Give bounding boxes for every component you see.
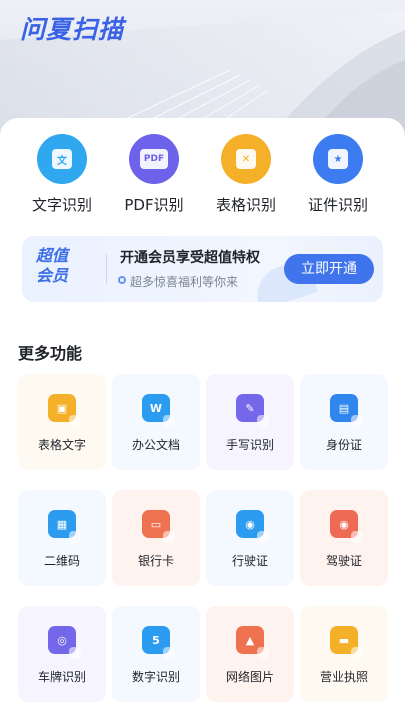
quick-actions: 文文字识别 PDF PDF识别 ✕ 表格识别 ★ 证件识别 — [0, 134, 405, 224]
image-icon: ▲ — [236, 626, 269, 659]
vip-gift-icon — [118, 276, 126, 284]
main-panel: 文文字识别 PDF PDF识别 ✕ 表格识别 ★ 证件识别 超值 会员 开通会员享受超值特权… — [0, 118, 405, 720]
feature-tile-8[interactable]: ◉ 驾驶证 — [300, 490, 388, 586]
feature-tile-11[interactable]: ▲ 网络图片 — [206, 606, 294, 702]
camera-icon: ▣ — [48, 394, 81, 427]
quick-action-2[interactable]: PDF PDF识别 — [108, 134, 200, 224]
feature-tile-7[interactable]: ◉ 行驶证 — [206, 490, 294, 586]
feature-tile-label: 网络图片 — [225, 670, 274, 684]
image-glyph-icon: ▲ — [245, 633, 255, 647]
vip-banner[interactable]: 超值 会员 开通会员享受超值特权 超多惊喜福利等你来 立即开通 — [22, 236, 383, 302]
more-functions-title: 更多功能 — [18, 344, 83, 363]
word-doc-icon: W — [142, 394, 175, 427]
feature-tile-label: 车牌识别 — [37, 670, 86, 684]
driver-license-glyph-icon: ◉ — [339, 517, 349, 531]
vehicle-license-glyph-icon: ◉ — [245, 517, 255, 531]
id-card-icon: ★ — [313, 134, 363, 184]
vehicle-license-icon: ◉ — [236, 510, 269, 543]
vip-title: 开通会员享受超值特权 — [120, 250, 260, 266]
feature-tile-2[interactable]: W 办公文档 — [112, 374, 200, 470]
feature-tile-1[interactable]: ▣ 表格文字 — [18, 374, 106, 470]
feature-tile-label: 银行卡 — [137, 554, 174, 568]
app-title: 问夏扫描 — [20, 15, 125, 44]
feature-tile-12[interactable]: ▬ 营业执照 — [300, 606, 388, 702]
pdf-glyph-icon: PDF — [140, 149, 168, 169]
qr-code-glyph-icon: ▦ — [56, 517, 68, 531]
pen-glyph-icon: ✎ — [245, 401, 255, 415]
feature-tile-label: 营业执照 — [319, 670, 368, 684]
quick-action-label: PDF识别 — [124, 196, 184, 214]
feature-tile-10[interactable]: 5 数字识别 — [112, 606, 200, 702]
license-plate-icon: ◎ — [48, 626, 81, 659]
table-recognition-glyph-icon: ✕ — [236, 149, 256, 169]
quick-action-label: 文字识别 — [31, 196, 92, 214]
bank-card-glyph-icon: ▭ — [150, 517, 162, 531]
license-plate-glyph-icon: ◎ — [57, 633, 67, 647]
feature-tile-label: 行驶证 — [231, 554, 268, 568]
business-license-icon: ▬ — [330, 626, 363, 659]
feature-tile-6[interactable]: ▭ 银行卡 — [112, 490, 200, 586]
feature-tile-label: 驾驶证 — [325, 554, 362, 568]
open-vip-button[interactable]: 立即开通 — [284, 254, 374, 284]
number-glyph-icon: 5 — [152, 633, 160, 647]
business-license-glyph-icon: ▬ — [338, 633, 350, 647]
word-doc-glyph-icon: W — [149, 401, 163, 415]
number-icon: 5 — [142, 626, 175, 659]
feature-tile-label: 表格文字 — [37, 438, 86, 452]
quick-action-3[interactable]: ✕ 表格识别 — [200, 134, 292, 224]
feature-tile-label: 身份证 — [325, 438, 362, 452]
feature-tile-5[interactable]: ▦ 二维码 — [18, 490, 106, 586]
pdf-icon: PDF — [129, 134, 179, 184]
quick-action-label: 表格识别 — [215, 196, 276, 214]
qr-code-icon: ▦ — [48, 510, 81, 543]
pen-icon: ✎ — [236, 394, 269, 427]
vip-badge-line2: 会员 — [36, 266, 69, 285]
quick-action-label: 证件识别 — [307, 196, 368, 214]
feature-tile-4[interactable]: ▤ 身份证 — [300, 374, 388, 470]
vip-badge-line1: 超值 — [36, 246, 69, 265]
quick-action-1[interactable]: 文文字识别 — [16, 134, 108, 224]
id-card-glyph-icon: ★ — [328, 149, 348, 169]
text-recognition-glyph-icon: 文 — [52, 149, 72, 169]
feature-tile-label: 手写识别 — [225, 438, 274, 452]
id-card-glyph-icon: ▤ — [338, 401, 350, 415]
camera-glyph-icon: ▣ — [56, 401, 68, 415]
driver-license-icon: ◉ — [330, 510, 363, 543]
text-recognition-icon: 文 — [37, 134, 87, 184]
bank-card-icon: ▭ — [142, 510, 175, 543]
id-card-icon: ▤ — [330, 394, 363, 427]
vip-subtitle: 超多惊喜福利等你来 — [130, 275, 239, 289]
feature-tile-label: 数字识别 — [131, 670, 180, 684]
quick-action-4[interactable]: ★ 证件识别 — [292, 134, 384, 224]
vip-badge: 超值 会员 — [36, 246, 96, 286]
feature-tile-9[interactable]: ◎ 车牌识别 — [18, 606, 106, 702]
feature-tile-3[interactable]: ✎ 手写识别 — [206, 374, 294, 470]
feature-tile-label: 办公文档 — [131, 438, 180, 452]
vip-divider — [106, 254, 107, 284]
feature-tile-label: 二维码 — [43, 554, 80, 568]
table-recognition-icon: ✕ — [221, 134, 271, 184]
